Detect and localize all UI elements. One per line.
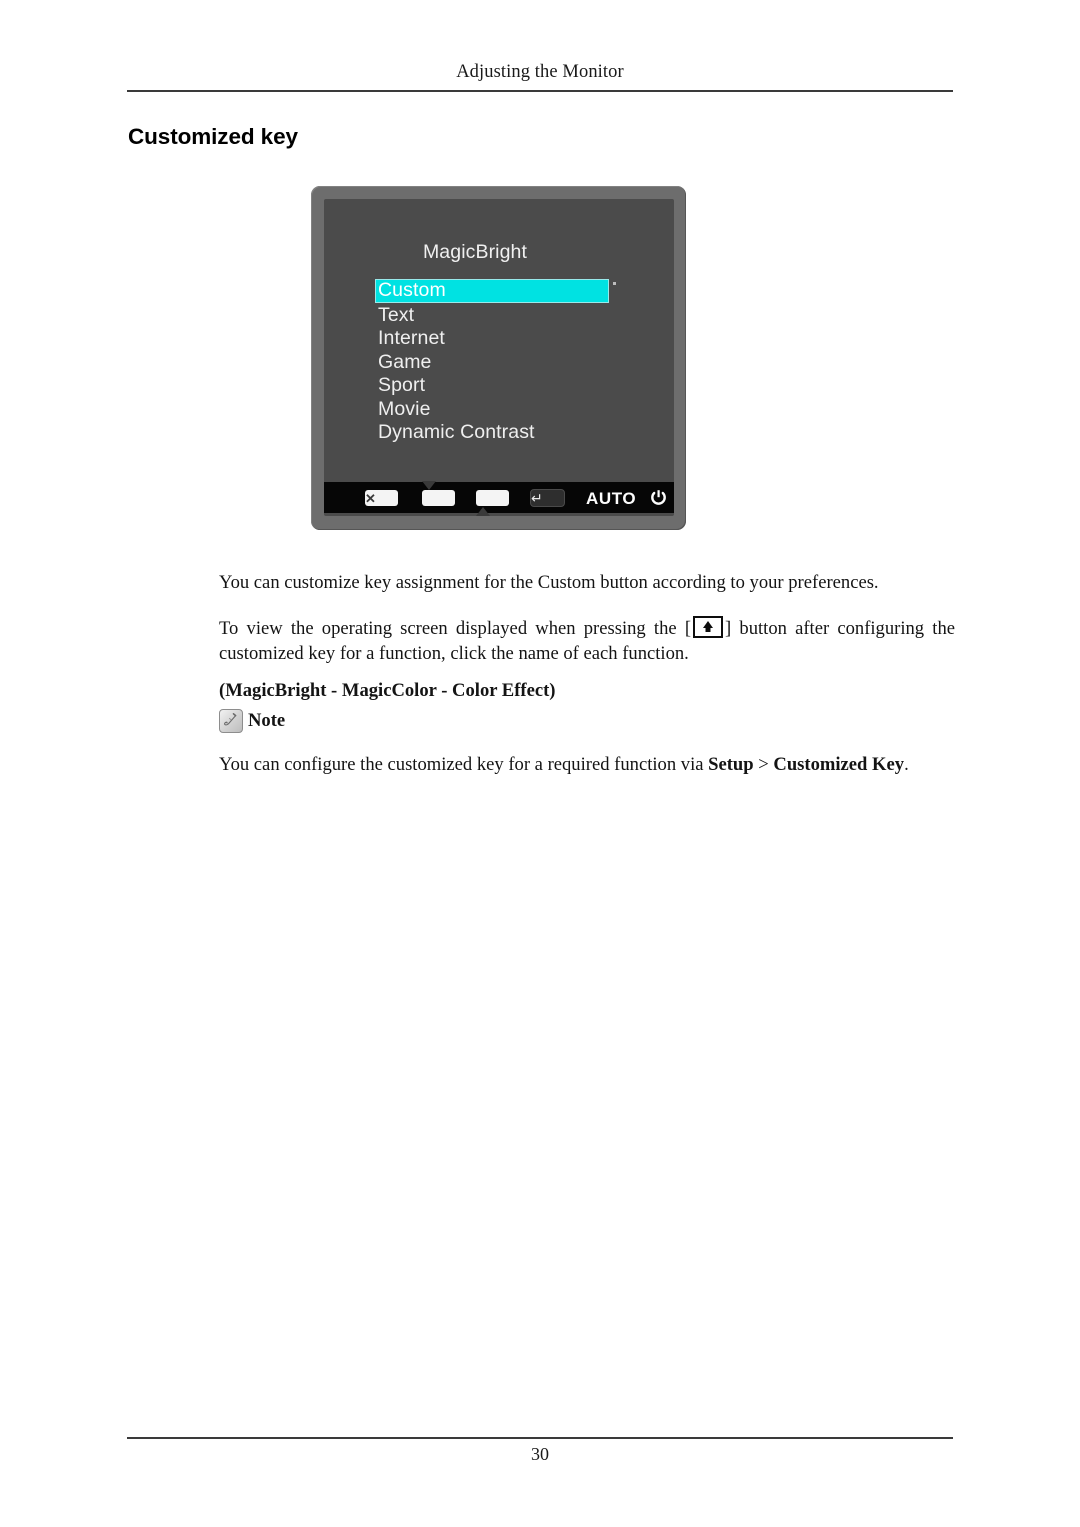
- osd-menu-item-dynamic-contrast[interactable]: Dynamic Contrast: [376, 421, 608, 444]
- running-header: Adjusting the Monitor: [127, 62, 953, 83]
- power-icon: [651, 490, 666, 505]
- instruction-text-before: To view the operating screen displayed w…: [219, 618, 692, 639]
- page-title: Customized key: [128, 124, 298, 149]
- enter-return-glyph: ↵: [531, 490, 543, 507]
- osd-close-button[interactable]: ✕: [365, 489, 398, 506]
- note-label: Note: [248, 710, 286, 731]
- running-header-title: Adjusting the Monitor: [456, 62, 624, 82]
- arrow-down-glyph: [422, 480, 436, 507]
- osd-menu-item-text[interactable]: Text: [376, 304, 608, 327]
- instruction-paragraph: To view the operating screen displayed w…: [219, 616, 955, 666]
- note-text-separator: >: [753, 754, 774, 775]
- osd-menu-item-movie[interactable]: Movie: [376, 398, 608, 421]
- osd-menu-title-label: MagicBright: [422, 241, 528, 263]
- page-number: 30: [531, 1444, 549, 1464]
- note-text-period: .: [904, 754, 909, 775]
- note-body-paragraph: You can configure the customized key for…: [219, 752, 955, 777]
- arrow-down-icon: [422, 480, 455, 507]
- arrow-up-glyph: [476, 489, 490, 516]
- osd-illustration: MagicBright Custom Text Internet Game Sp…: [311, 186, 686, 530]
- osd-toolbar: ✕ ↵ AUTO: [324, 480, 674, 516]
- function-list-line: (MagicBright - MagicColor - Color Effect…: [219, 680, 556, 701]
- note-text-customized-key: Customized Key: [773, 754, 905, 775]
- osd-menu-item-game[interactable]: Game: [376, 351, 608, 374]
- osd-menu-item-custom[interactable]: Custom: [376, 280, 608, 302]
- osd-indicator-dot: [613, 282, 616, 285]
- custom-key-button-icon: [693, 616, 724, 638]
- note-text-setup: Setup: [708, 754, 754, 775]
- footer-divider: [127, 1437, 953, 1439]
- osd-menu-title: MagicBright: [324, 241, 674, 264]
- enter-return-icon: ↵: [530, 488, 565, 507]
- intro-paragraph: You can customize key assignment for the…: [219, 572, 879, 593]
- osd-down-button[interactable]: [422, 480, 455, 507]
- arrow-up-icon: [476, 489, 509, 516]
- note-pencil-icon: [219, 708, 243, 733]
- osd-enter-button[interactable]: ↵: [530, 488, 565, 507]
- osd-auto-button[interactable]: AUTO: [586, 489, 636, 509]
- osd-menu-item-internet[interactable]: Internet: [376, 327, 608, 350]
- header-divider: [127, 90, 953, 92]
- osd-power-button[interactable]: [650, 489, 667, 506]
- osd-up-button[interactable]: [476, 489, 509, 516]
- osd-screen: MagicBright Custom Text Internet Game Sp…: [324, 199, 674, 516]
- close-x-icon: ✕: [365, 489, 398, 506]
- close-x-glyph: ✕: [365, 490, 376, 506]
- note-heading: Note: [219, 708, 955, 733]
- note-text-part1: You can configure the customized key for…: [219, 754, 709, 775]
- osd-menu-list: Custom Text Internet Game Sport Movie Dy…: [376, 280, 608, 444]
- osd-menu-item-sport[interactable]: Sport: [376, 374, 608, 397]
